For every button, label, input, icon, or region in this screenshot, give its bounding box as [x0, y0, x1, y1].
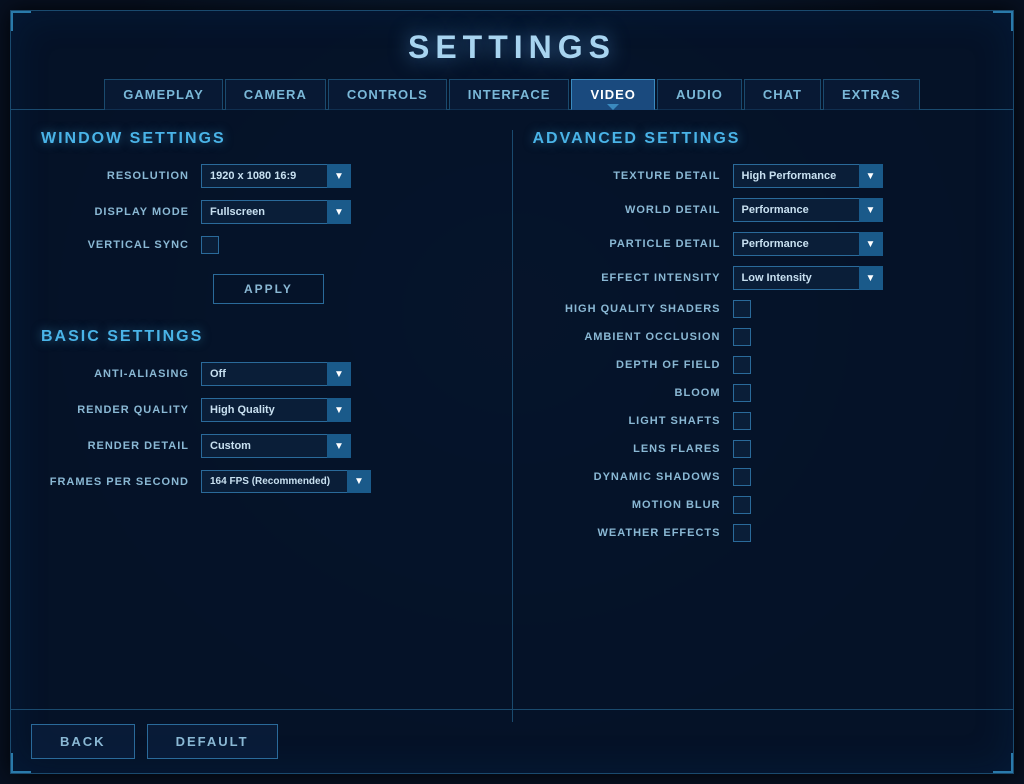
display-mode-label: DISPLAY MODE	[41, 206, 201, 218]
tab-active-indicator	[607, 104, 619, 110]
depth-of-field-checkbox[interactable]	[733, 356, 751, 374]
particle-detail-select[interactable]: Performance	[733, 232, 883, 256]
resolution-row: RESOLUTION 1920 x 1080 16:9 ▼	[41, 164, 492, 188]
dynamic-shadows-label: DYNAMIC SHADOWS	[533, 471, 733, 483]
motion-blur-checkbox[interactable]	[733, 496, 751, 514]
corner-decoration-tl	[11, 11, 31, 31]
apply-button[interactable]: APPLY	[213, 274, 324, 304]
world-detail-row: WORLD DETAIL Performance ▼	[533, 198, 984, 222]
window-settings-title: WINDOW SETTINGS	[41, 130, 492, 148]
anti-aliasing-row: ANTI-ALIASING Off ▼	[41, 362, 492, 386]
high-quality-shaders-checkbox[interactable]	[733, 300, 751, 318]
dynamic-shadows-checkbox[interactable]	[733, 468, 751, 486]
back-button[interactable]: BACK	[31, 724, 135, 759]
light-shafts-label: LIGHT SHAFTS	[533, 415, 733, 427]
vertical-sync-checkbox[interactable]	[201, 236, 219, 254]
bloom-checkbox[interactable]	[733, 384, 751, 402]
display-mode-dropdown[interactable]: Fullscreen ▼	[201, 200, 351, 224]
render-quality-dropdown[interactable]: High Quality ▼	[201, 398, 351, 422]
fps-dropdown[interactable]: 164 FPS (Recommended) ▼	[201, 470, 371, 493]
effect-intensity-dropdown[interactable]: Low Intensity ▼	[733, 266, 883, 290]
render-detail-dropdown[interactable]: Custom ▼	[201, 434, 351, 458]
render-quality-label: RENDER QUALITY	[41, 404, 201, 416]
render-detail-row: RENDER DETAIL Custom ▼	[41, 434, 492, 458]
ambient-occlusion-checkbox[interactable]	[733, 328, 751, 346]
world-detail-dropdown[interactable]: Performance ▼	[733, 198, 883, 222]
page-title: SETTINGS	[11, 11, 1013, 74]
display-mode-select[interactable]: Fullscreen	[201, 200, 351, 224]
weather-effects-label: WEATHER EFFECTS	[533, 527, 733, 539]
effect-intensity-label: EFFECT INTENSITY	[533, 272, 733, 284]
content-area: WINDOW SETTINGS RESOLUTION 1920 x 1080 1…	[11, 110, 1013, 742]
bloom-label: BLOOM	[533, 387, 733, 399]
fps-select[interactable]: 164 FPS (Recommended)	[201, 470, 371, 493]
texture-detail-label: TEXTURE DETAIL	[533, 170, 733, 182]
fps-label: FRAMES PER SECOND	[41, 476, 201, 488]
basic-settings-title: BASIC SETTINGS	[41, 328, 492, 346]
effect-intensity-select[interactable]: Low Intensity	[733, 266, 883, 290]
tab-chat[interactable]: CHAT	[744, 79, 821, 110]
render-detail-label: RENDER DETAIL	[41, 440, 201, 452]
tab-bar: GAMEPLAY CAMERA CONTROLS INTERFACE VIDEO…	[11, 74, 1013, 110]
tab-controls[interactable]: CONTROLS	[328, 79, 447, 110]
render-quality-row: RENDER QUALITY High Quality ▼	[41, 398, 492, 422]
default-button[interactable]: DEFAULT	[147, 724, 278, 759]
resolution-dropdown[interactable]: 1920 x 1080 16:9 ▼	[201, 164, 351, 188]
particle-detail-row: PARTICLE DETAIL Performance ▼	[533, 232, 984, 256]
motion-blur-label: MOTION BLUR	[533, 499, 733, 511]
vertical-sync-row: VERTICAL SYNC	[41, 236, 492, 254]
right-column: ADVANCED SETTINGS TEXTURE DETAIL High Pe…	[512, 130, 984, 722]
high-quality-shaders-row: HIGH QUALITY SHADERS	[533, 300, 984, 318]
tab-camera[interactable]: CAMERA	[225, 79, 326, 110]
tab-extras[interactable]: EXTRAS	[823, 79, 920, 110]
depth-of-field-row: DEPTH OF FIELD	[533, 356, 984, 374]
particle-detail-dropdown[interactable]: Performance ▼	[733, 232, 883, 256]
motion-blur-row: MOTION BLUR	[533, 496, 984, 514]
resolution-select[interactable]: 1920 x 1080 16:9	[201, 164, 351, 188]
tab-video[interactable]: VIDEO	[571, 79, 654, 110]
anti-aliasing-label: ANTI-ALIASING	[41, 368, 201, 380]
texture-detail-select[interactable]: High Performance	[733, 164, 883, 188]
anti-aliasing-dropdown[interactable]: Off ▼	[201, 362, 351, 386]
lens-flares-row: LENS FLARES	[533, 440, 984, 458]
fps-row: FRAMES PER SECOND 164 FPS (Recommended) …	[41, 470, 492, 493]
weather-effects-row: WEATHER EFFECTS	[533, 524, 984, 542]
display-mode-row: DISPLAY MODE Fullscreen ▼	[41, 200, 492, 224]
effect-intensity-row: EFFECT INTENSITY Low Intensity ▼	[533, 266, 984, 290]
texture-detail-row: TEXTURE DETAIL High Performance ▼	[533, 164, 984, 188]
anti-aliasing-select[interactable]: Off	[201, 362, 351, 386]
render-detail-select[interactable]: Custom	[201, 434, 351, 458]
light-shafts-checkbox[interactable]	[733, 412, 751, 430]
bloom-row: BLOOM	[533, 384, 984, 402]
depth-of-field-label: DEPTH OF FIELD	[533, 359, 733, 371]
corner-decoration-tr	[993, 11, 1013, 31]
dynamic-shadows-row: DYNAMIC SHADOWS	[533, 468, 984, 486]
world-detail-select[interactable]: Performance	[733, 198, 883, 222]
lens-flares-label: LENS FLARES	[533, 443, 733, 455]
tab-audio[interactable]: AUDIO	[657, 79, 742, 110]
lens-flares-checkbox[interactable]	[733, 440, 751, 458]
tab-gameplay[interactable]: GAMEPLAY	[104, 79, 222, 110]
light-shafts-row: LIGHT SHAFTS	[533, 412, 984, 430]
texture-detail-dropdown[interactable]: High Performance ▼	[733, 164, 883, 188]
resolution-label: RESOLUTION	[41, 170, 201, 182]
world-detail-label: WORLD DETAIL	[533, 204, 733, 216]
advanced-settings-title: ADVANCED SETTINGS	[533, 130, 984, 148]
left-column: WINDOW SETTINGS RESOLUTION 1920 x 1080 1…	[41, 130, 512, 722]
ambient-occlusion-label: AMBIENT OCCLUSION	[533, 331, 733, 343]
render-quality-select[interactable]: High Quality	[201, 398, 351, 422]
settings-panel: SETTINGS GAMEPLAY CAMERA CONTROLS INTERF…	[10, 10, 1014, 774]
bottom-bar: BACK DEFAULT	[11, 709, 1013, 773]
tab-interface[interactable]: INTERFACE	[449, 79, 570, 110]
ambient-occlusion-row: AMBIENT OCCLUSION	[533, 328, 984, 346]
weather-effects-checkbox[interactable]	[733, 524, 751, 542]
high-quality-shaders-label: HIGH QUALITY SHADERS	[533, 303, 733, 315]
vertical-sync-label: VERTICAL SYNC	[41, 239, 201, 251]
particle-detail-label: PARTICLE DETAIL	[533, 238, 733, 250]
